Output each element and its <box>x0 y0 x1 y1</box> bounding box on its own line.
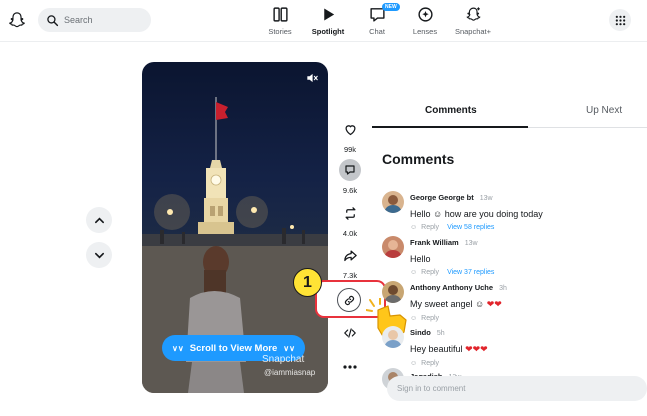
comment-author[interactable]: Frank William <box>410 238 459 247</box>
link-icon <box>344 295 354 305</box>
comment-author[interactable]: Sindo <box>410 328 431 337</box>
stories-icon <box>272 7 288 22</box>
double-chevron-down-icon: ∨∨ <box>283 343 295 353</box>
avatar[interactable] <box>382 191 404 213</box>
nav-snapchat-plus[interactable]: Snapchat+ <box>448 6 498 36</box>
snapchat-plus-icon <box>465 7 481 21</box>
snapchat-spotlight-page: Stories Spotlight NEW Chat Lenses Snapch… <box>0 0 647 416</box>
nav-stories[interactable]: Stories <box>255 6 305 36</box>
comment-input[interactable] <box>397 384 627 393</box>
next-video-button[interactable] <box>86 242 112 268</box>
heart-outline-icon <box>344 124 356 135</box>
comment-text: Hello ☺ how are you doing today <box>410 209 543 219</box>
avatar[interactable] <box>382 281 404 303</box>
comment-time: 5h <box>436 330 445 337</box>
reply-icon: ☺ <box>410 315 418 322</box>
comments-heading: Comments <box>382 151 455 167</box>
avatar[interactable] <box>382 236 404 258</box>
send-action[interactable]: 7.3k <box>338 244 362 280</box>
like-action[interactable]: 99k <box>338 118 362 154</box>
double-chevron-down-icon: ∨∨ <box>172 343 184 353</box>
nav-stories-label: Stories <box>268 27 292 36</box>
search-input[interactable] <box>64 15 144 25</box>
nav-chat[interactable]: NEW Chat <box>352 3 402 36</box>
comment-count: 9.6k <box>342 186 358 195</box>
embed-button[interactable] <box>339 322 361 344</box>
comment-author[interactable]: George George bt <box>410 193 474 202</box>
top-navigation-bar: Stories Spotlight NEW Chat Lenses Snapch… <box>0 0 647 42</box>
like-button[interactable] <box>339 118 361 140</box>
repost-count: 4.0k <box>342 229 358 238</box>
copy-link-button[interactable] <box>337 288 361 312</box>
tab-up-next[interactable]: Up Next <box>586 105 622 116</box>
more-options-button[interactable] <box>339 356 361 378</box>
snapchat-watermark: Snapchat <box>262 354 305 365</box>
heart-emoji-icon: ❤❤ <box>486 299 502 309</box>
comments-tabs: Comments Up Next <box>372 94 647 129</box>
nav-snapchat-plus-label: Snapchat+ <box>454 27 492 36</box>
view-replies-link[interactable]: View 58 replies <box>447 224 494 231</box>
view-replies-link[interactable]: View 37 replies <box>447 269 494 276</box>
comment-text: My sweet angel ☺ <box>410 299 485 309</box>
creator-handle-watermark: @iammiasnap <box>264 368 316 377</box>
comment-time: 13w <box>479 195 493 202</box>
grid-icon <box>615 15 625 25</box>
mute-icon[interactable] <box>305 71 319 85</box>
comment-text: Hey beautiful <box>410 344 463 354</box>
comment-button[interactable] <box>339 159 361 181</box>
active-tab-indicator <box>372 126 528 128</box>
nav-spotlight-label: Spotlight <box>311 27 345 36</box>
heart-emoji-icon: ❤❤❤ <box>465 344 488 354</box>
send-count: 7.3k <box>342 271 358 280</box>
new-badge: NEW <box>382 3 400 11</box>
reply-link[interactable]: Reply <box>421 315 439 322</box>
embed-code-icon <box>344 328 356 338</box>
comment-time: 13w <box>464 240 478 247</box>
snapchat-ghost-logo[interactable] <box>8 11 26 29</box>
embed-action[interactable] <box>338 322 362 344</box>
nav-spotlight[interactable]: Spotlight <box>303 6 353 36</box>
chevron-down-icon <box>94 252 104 259</box>
search-icon <box>47 14 59 26</box>
comment-input-bar[interactable] <box>387 376 647 401</box>
apps-grid-button[interactable] <box>609 9 631 31</box>
chevron-up-icon <box>94 216 104 223</box>
avatar[interactable] <box>382 326 404 348</box>
repost-button[interactable] <box>339 202 361 224</box>
like-count: 99k <box>343 145 357 154</box>
lenses-icon <box>417 7 433 22</box>
reply-icon: ☺ <box>410 269 418 276</box>
search-bar[interactable] <box>38 8 151 32</box>
repost-icon <box>345 206 355 220</box>
reply-icon: ☺ <box>410 224 418 231</box>
spotlight-play-icon <box>323 8 334 21</box>
share-action[interactable]: 4.0k <box>338 202 362 238</box>
nav-lenses-label: Lenses <box>412 27 438 36</box>
more-dots-icon <box>343 365 357 369</box>
send-button[interactable] <box>339 244 361 266</box>
step-number-badge: 1 <box>293 268 322 297</box>
nav-lenses[interactable]: Lenses <box>400 6 450 36</box>
comment-icon <box>345 165 355 175</box>
comment-text: Hello <box>410 254 431 264</box>
scroll-to-view-more-label: Scroll to View More <box>189 342 278 354</box>
more-action[interactable] <box>338 356 362 378</box>
tab-comments[interactable]: Comments <box>425 105 477 116</box>
reply-link[interactable]: Reply <box>421 224 439 231</box>
previous-video-button[interactable] <box>86 207 112 233</box>
comment-action[interactable]: 9.6k <box>338 159 362 195</box>
reply-link[interactable]: Reply <box>421 269 439 276</box>
spotlight-video[interactable]: ∨∨ Scroll to View More ∨∨ Snapchat @iamm… <box>142 62 328 393</box>
share-arrow-icon <box>343 250 357 261</box>
comment-time: 3h <box>499 285 507 292</box>
nav-chat-label: Chat <box>369 27 385 36</box>
comment-author[interactable]: Anthony Anthony Uche <box>410 283 493 292</box>
